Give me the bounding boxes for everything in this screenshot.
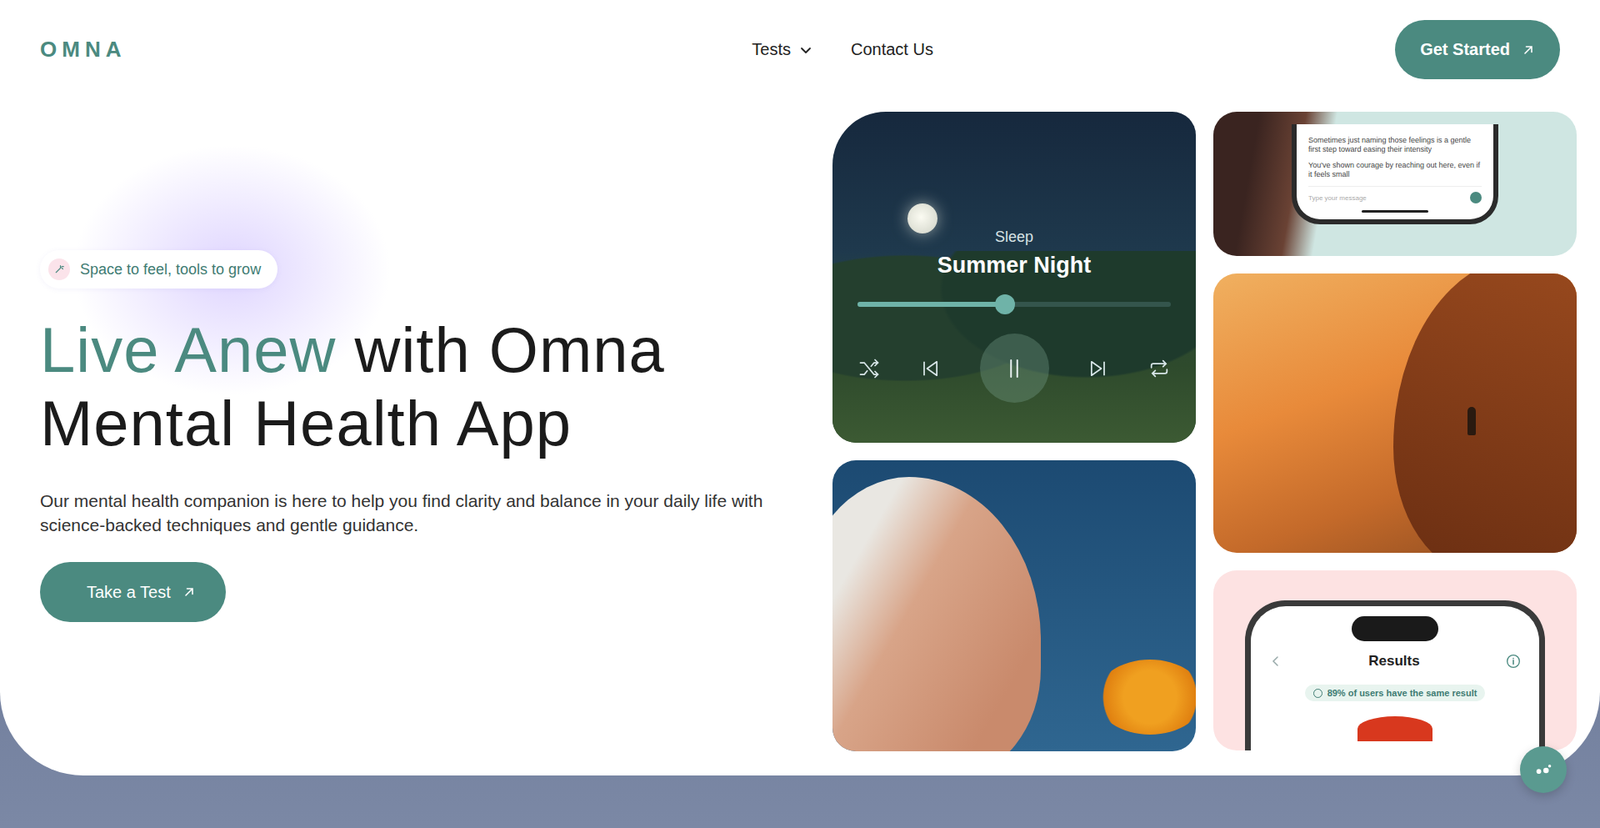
player-category: Sleep [995, 228, 1034, 246]
results-header: Results [1269, 652, 1521, 670]
get-started-button[interactable]: Get Started [1395, 20, 1560, 80]
send-icon[interactable] [1470, 191, 1482, 204]
chat-input[interactable]: Type your message [1308, 185, 1482, 204]
player-controls [857, 333, 1171, 403]
woman-photo [832, 460, 1196, 751]
nav-item[interactable]: Tests [751, 40, 813, 60]
hero-title: Live Anew with Omna Mental Health App [40, 313, 757, 460]
results-screen: Results 89% of users have the same result [1250, 605, 1540, 750]
shuffle-icon[interactable] [857, 356, 881, 380]
beach-photo [1213, 273, 1577, 553]
page: OMNA Tests Contact Us Get Started Space to f… [0, 0, 1600, 828]
chevron-down-icon [799, 43, 813, 57]
hero: Space to feel, tools to grow Live Anew wi… [0, 79, 1600, 775]
hero-text: Space to feel, tools to grow Live Anew wi… [40, 111, 800, 752]
results-phone: Results 89% of users have the same result [1245, 600, 1545, 750]
nav: Tests Contact Us [751, 40, 934, 60]
pause-icon [1001, 355, 1027, 381]
chat-message: You've shown courage by reaching out her… [1308, 160, 1482, 180]
take-test-button[interactable]: Take a Test [40, 561, 226, 622]
chat-button[interactable] [1520, 745, 1567, 793]
flower-shape [1095, 659, 1196, 735]
arrow-up-right-icon [182, 585, 196, 599]
chat-phone: Sometimes just naming those feelings is … [1291, 124, 1499, 225]
info-icon[interactable] [1505, 653, 1521, 669]
face-shape [832, 476, 1041, 751]
sparkle-icon [48, 258, 70, 280]
chat-message: Sometimes just naming those feelings is … [1308, 135, 1482, 155]
nav-item[interactable]: Contact Us [850, 40, 934, 60]
progress-knob[interactable] [995, 294, 1015, 315]
play-pause-button[interactable] [980, 333, 1050, 403]
cliff-shape [1393, 273, 1577, 553]
arrow-up-right-icon [1521, 43, 1535, 57]
player-track: Summer Night [937, 252, 1092, 279]
dynamic-island [1351, 615, 1439, 641]
person-shape [1467, 406, 1476, 435]
moon [907, 203, 938, 234]
logo[interactable]: OMNA [40, 36, 240, 63]
smile-icon [1313, 688, 1323, 698]
chat-preview-card: Sometimes just naming those feelings is … [1213, 111, 1577, 256]
sleep-player-card: Sleep Summer Night [832, 111, 1196, 443]
repeat-icon[interactable] [1147, 356, 1171, 380]
chat-screen: Sometimes just naming those feelings is … [1296, 124, 1494, 220]
results-badge: 89% of users have the same result [1305, 684, 1486, 701]
back-icon[interactable] [1269, 654, 1283, 668]
hero-card: OMNA Tests Contact Us Get Started Space to f… [0, 0, 1600, 775]
header: OMNA Tests Contact Us Get Started [0, 0, 1600, 80]
hero-description: Our mental health companion is here to h… [40, 488, 790, 537]
player: Sleep Summer Night [832, 111, 1196, 403]
next-icon[interactable] [1086, 356, 1110, 380]
progress-fill [857, 301, 1005, 307]
result-shape [1357, 715, 1433, 741]
gallery: Sleep Summer Night Sometimes just naming t… [832, 111, 1577, 752]
results-preview-card: Results 89% of users have the same result [1213, 570, 1577, 750]
gallery-column: Sleep Summer Night [832, 111, 1196, 752]
gallery-column: Sometimes just naming those feelings is … [1213, 111, 1577, 752]
previous-icon[interactable] [918, 356, 942, 380]
tagline-badge: Space to feel, tools to grow [40, 250, 278, 289]
progress-slider[interactable] [857, 301, 1171, 307]
chat-icon [1532, 758, 1555, 780]
home-bar [1361, 210, 1429, 213]
